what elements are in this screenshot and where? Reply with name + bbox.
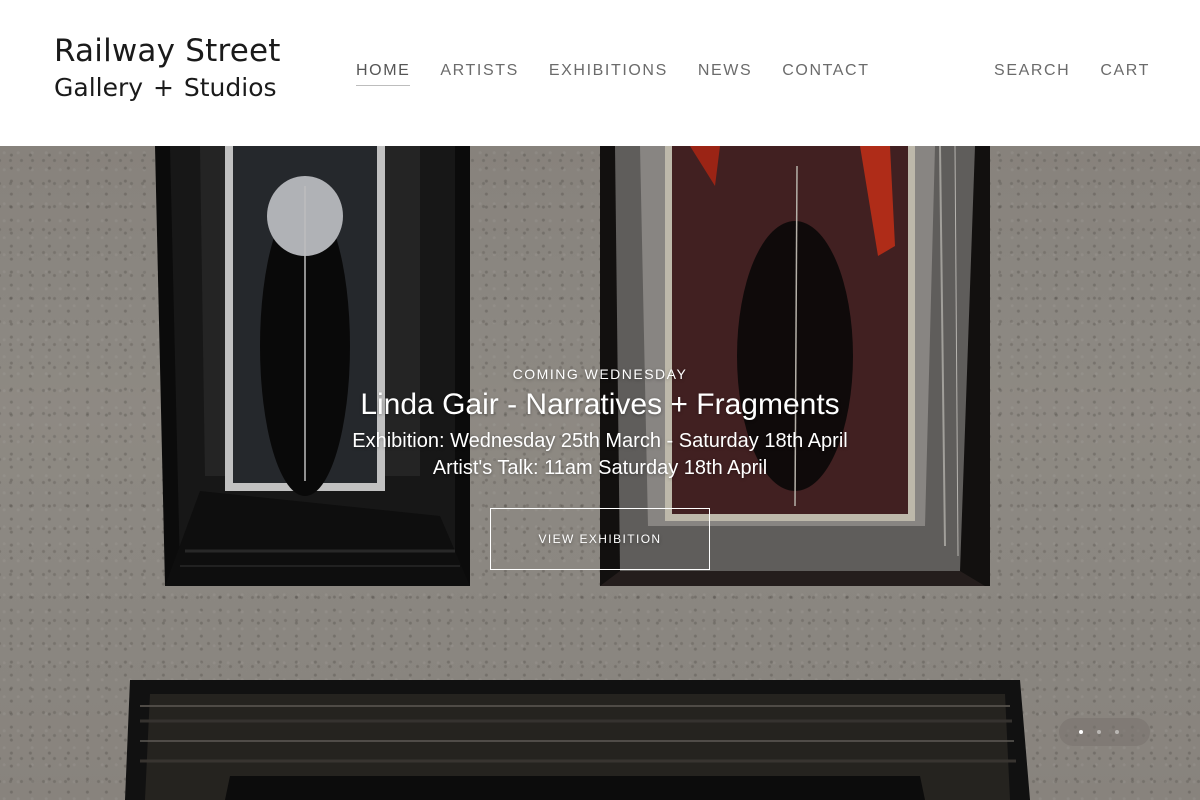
- pager-dot[interactable]: [1079, 730, 1083, 734]
- artist-talk: Artist's Talk: 11am Saturday 18th April: [432, 457, 768, 479]
- slideshow-pager[interactable]: [1059, 718, 1150, 746]
- logo-line-2: Gallery + Studios: [54, 73, 277, 102]
- nav-home[interactable]: HOME: [356, 62, 411, 86]
- hero-subtitle: Exhibition: Wednesday 25th March - Satur…: [0, 428, 1200, 482]
- search-link[interactable]: SEARCH: [994, 62, 1070, 85]
- exhibition-dates: Exhibition: Wednesday 25th March - Satur…: [352, 430, 848, 452]
- hero-kicker: COMING WEDNESDAY: [512, 366, 688, 382]
- logo-line-1: Railway Street: [54, 33, 281, 69]
- hero-slideshow: COMING WEDNESDAY Linda Gair - Narratives…: [0, 146, 1200, 800]
- nav-contact[interactable]: CONTACT: [782, 62, 869, 86]
- view-exhibition-button[interactable]: VIEW EXHIBITION: [490, 508, 710, 570]
- cart-link[interactable]: CART: [1100, 62, 1150, 85]
- nav-news[interactable]: NEWS: [698, 62, 752, 86]
- pager-dot[interactable]: [1115, 730, 1119, 734]
- nav-exhibitions[interactable]: EXHIBITIONS: [549, 62, 668, 86]
- site-logo[interactable]: Railway Street Gallery + Studios: [54, 33, 281, 102]
- site-header: Railway Street Gallery + Studios HOME AR…: [0, 0, 1200, 146]
- main-nav: HOME ARTISTS EXHIBITIONS NEWS CONTACT: [356, 62, 870, 86]
- hero-title: Linda Gair - Narratives + Fragments: [360, 388, 840, 421]
- nav-artists[interactable]: ARTISTS: [440, 62, 518, 86]
- utility-nav: SEARCH CART: [994, 62, 1150, 85]
- hero-caption: COMING WEDNESDAY Linda Gair - Narratives…: [0, 366, 1200, 570]
- pager-dot[interactable]: [1097, 730, 1101, 734]
